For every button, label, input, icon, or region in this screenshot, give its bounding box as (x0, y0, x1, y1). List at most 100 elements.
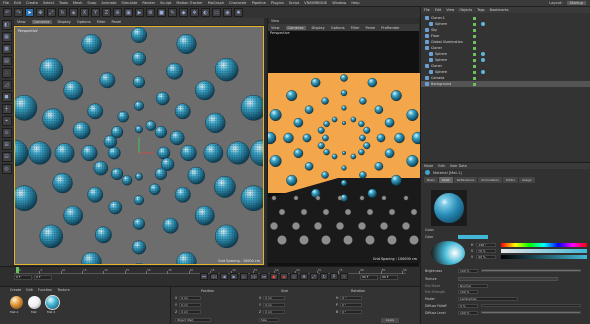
sphere-object[interactable] (323, 120, 330, 128)
am-menu-userdata[interactable]: User Data (450, 164, 467, 168)
hue-input[interactable]: 198 ° (476, 243, 497, 247)
viewport-menu-filter[interactable]: Filter (97, 20, 106, 24)
viewport-menu-cameras[interactable]: Cameras (31, 19, 52, 24)
material-ball-mat2[interactable] (10, 296, 23, 309)
size-y-input[interactable]: 0 cm (262, 303, 285, 307)
z-axis-icon[interactable]: Z (102, 8, 111, 17)
coord-mode-dropdown[interactable]: Object (Rel) (175, 318, 211, 322)
sphere-object[interactable] (363, 142, 371, 150)
autokey-icon[interactable]: ◉ (280, 273, 288, 280)
menu-plugins[interactable]: Plugins (271, 1, 284, 5)
sphere-object[interactable] (384, 148, 395, 159)
sphere-object[interactable] (359, 97, 367, 105)
rotation-p-input[interactable]: 0 ° (339, 303, 362, 307)
next-key-icon[interactable]: ▷▷ (250, 273, 258, 280)
lock-workplane-icon[interactable]: ⊞ (1, 140, 12, 150)
tweak-mode-icon[interactable]: ⌖ (1, 116, 12, 126)
sphere-object[interactable] (359, 134, 366, 142)
mm-menu-create[interactable]: Create (10, 288, 21, 292)
sphere-object[interactable] (359, 171, 367, 179)
menu-file[interactable]: File (3, 1, 9, 5)
y-axis-icon[interactable]: Y (91, 8, 100, 17)
editor-viewport[interactable]: View Cameras Display Options Filter Pane… (14, 18, 264, 265)
sphere-object[interactable] (302, 133, 312, 143)
visibility-check-icon[interactable] (473, 16, 476, 20)
hue-slider[interactable] (501, 243, 587, 247)
sphere-object[interactable] (286, 174, 298, 186)
cube-icon[interactable]: ■ (157, 8, 166, 17)
position-y-input[interactable]: 0 cm (178, 303, 201, 307)
sphere-object[interactable] (350, 153, 357, 160)
sphere-object[interactable] (293, 117, 304, 128)
undo-icon[interactable]: ↶ (3, 8, 12, 17)
sphere-object[interactable] (341, 150, 346, 155)
sphere-object[interactable] (269, 108, 282, 121)
sphere-object[interactable] (286, 90, 298, 102)
size-z-input[interactable]: 0 cm (263, 310, 286, 314)
menu-character[interactable]: Character (229, 1, 247, 5)
sphere-object[interactable] (363, 126, 371, 134)
workplane-icon[interactable]: ▤ (1, 56, 12, 66)
sphere-object[interactable] (293, 148, 304, 159)
render-menu-display[interactable]: Display (312, 26, 325, 30)
material-ball-mat[interactable] (28, 296, 41, 309)
live-select-icon[interactable]: ➤ (25, 8, 34, 17)
visibility-check-icon[interactable] (473, 40, 476, 44)
material-tag-icon[interactable] (481, 70, 485, 74)
make-editable-icon[interactable]: ◧ (1, 20, 12, 30)
timeline-playhead[interactable] (16, 267, 19, 273)
sphere-object[interactable] (374, 105, 384, 114)
layout-dropdown[interactable]: Startup (566, 1, 586, 5)
render-menu-cameras[interactable]: Cameras (285, 25, 306, 30)
diffuse-falloff-input[interactable]: 0 % (458, 304, 478, 308)
recent-tools-icon[interactable]: ◈ (69, 8, 78, 17)
render-menu-view[interactable]: View (271, 26, 280, 30)
saturation-input[interactable]: 79 % (476, 249, 497, 253)
polygons-mode-icon[interactable]: ◼ (1, 92, 12, 102)
am-menu-mode[interactable]: Mode (424, 164, 433, 168)
texture-slot[interactable] (458, 277, 558, 281)
menu-tools[interactable]: Tools (59, 1, 68, 5)
floor-icon[interactable]: ▭ (212, 8, 221, 17)
menu-select[interactable]: Select (43, 1, 54, 5)
sphere-object[interactable] (341, 120, 346, 125)
om-menu-objects[interactable]: Objects (459, 8, 472, 12)
tab-basic[interactable]: Basic (424, 177, 438, 183)
sphere-object[interactable] (367, 77, 378, 88)
sphere-object[interactable] (322, 134, 329, 142)
brightness-input[interactable]: 100 % (458, 269, 478, 273)
render-viewport[interactable]: View View Cameras Display Options Filter… (267, 18, 420, 266)
render-menu-filter[interactable]: Filter (351, 26, 360, 30)
rotation-h-input[interactable]: 0 ° (340, 296, 363, 300)
coordinate-system-icon[interactable]: ⊕ (113, 8, 122, 17)
subdivision-icon[interactable]: ◆ (179, 8, 188, 17)
rotate-icon[interactable]: ↻ (58, 8, 67, 17)
render-settings-icon[interactable]: ⚙ (146, 8, 155, 17)
brightness-slider[interactable] (481, 269, 581, 272)
menu-simulate[interactable]: Simulate (121, 1, 137, 5)
om-menu-view[interactable]: View (446, 8, 454, 12)
sphere-object[interactable] (321, 171, 329, 179)
sphere-object[interactable] (374, 162, 384, 171)
texture-mode-icon[interactable]: ▩ (1, 44, 12, 54)
viewport-canvas[interactable]: Perspective Grid Spacing : 10000 cm (14, 26, 264, 265)
visibility-check-icon[interactable] (473, 82, 476, 86)
visibility-check-icon[interactable] (473, 28, 476, 32)
visibility-check-icon[interactable] (473, 76, 476, 80)
position-x-input[interactable]: 0 cm (179, 296, 202, 300)
sphere-object[interactable] (340, 74, 348, 82)
parameter-key-icon[interactable]: P (330, 273, 338, 280)
sphere-object[interactable] (394, 132, 405, 144)
tab-illumination[interactable]: Illumination (478, 177, 503, 183)
visibility-check-icon[interactable] (473, 70, 476, 74)
menu-create[interactable]: Create (26, 1, 38, 5)
scale-key-icon[interactable]: ⤢ (310, 273, 318, 280)
sphere-object[interactable] (317, 142, 325, 150)
scale-icon[interactable]: ⤢ (47, 8, 56, 17)
menu-mograph[interactable]: MoGraph (208, 1, 224, 5)
tab-editor[interactable]: Editor (503, 177, 518, 183)
move-icon[interactable]: ✥ (36, 8, 45, 17)
menu-pipeline[interactable]: Pipeline (252, 1, 266, 5)
menu-sculpt[interactable]: Sculpt (160, 1, 171, 5)
render-canvas[interactable]: Grid Spacing : 100000 cm (268, 38, 420, 263)
